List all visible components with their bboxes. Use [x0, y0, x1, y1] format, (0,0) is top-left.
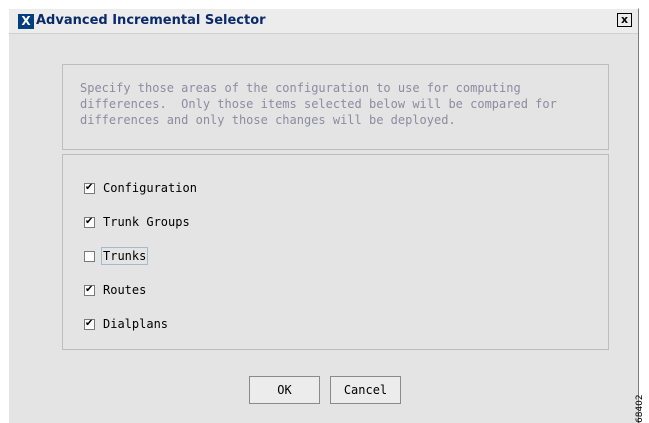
dialplans-label: Dialplans — [103, 317, 169, 331]
option-configuration[interactable]: Configuration — [84, 179, 199, 197]
figure-number: 68402 — [633, 393, 649, 423]
trunk-groups-label: Trunk Groups — [103, 215, 190, 229]
figure-number-text: 68402 — [635, 394, 645, 423]
app-x-icon: X — [18, 14, 34, 29]
trunks-label: Trunks — [101, 247, 149, 265]
option-trunk-groups[interactable]: Trunk Groups — [84, 213, 192, 231]
option-trunks[interactable]: Trunks — [84, 247, 149, 265]
trunks-checkbox[interactable] — [84, 250, 95, 262]
cancel-button[interactable]: Cancel — [330, 376, 401, 404]
window-title: Advanced Incremental Selector — [36, 13, 266, 28]
dialplans-checkbox[interactable] — [84, 317, 95, 330]
options-panel: Configuration Trunk Groups Trunks Routes… — [62, 154, 609, 350]
title-bar[interactable]: X Advanced Incremental Selector x — [9, 9, 638, 34]
option-dialplans[interactable]: Dialplans — [84, 315, 170, 333]
option-routes[interactable]: Routes — [84, 281, 148, 299]
configuration-label: Configuration — [103, 181, 197, 195]
description-text: Specify those areas of the configuration… — [80, 81, 557, 127]
routes-checkbox[interactable] — [84, 283, 95, 296]
routes-label: Routes — [103, 283, 147, 297]
ok-button[interactable]: OK — [249, 376, 320, 404]
configuration-checkbox[interactable] — [84, 181, 95, 194]
close-icon: x — [620, 13, 629, 26]
close-button[interactable]: x — [617, 13, 632, 27]
trunk-groups-checkbox[interactable] — [84, 215, 95, 228]
description-panel: Specify those areas of the configuration… — [62, 64, 609, 150]
advanced-incremental-selector-dialog: X Advanced Incremental Selector x Specif… — [8, 8, 639, 423]
